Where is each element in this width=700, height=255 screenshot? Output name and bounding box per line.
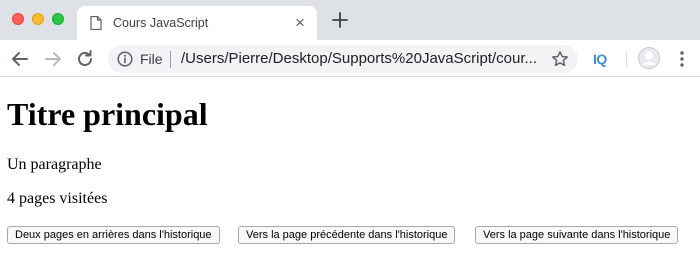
- address-bar[interactable]: File /Users/Pierre/Desktop/Supports%20Ja…: [108, 45, 578, 73]
- back-icon: [12, 52, 28, 66]
- paragraph: Un paragraphe: [7, 156, 102, 173]
- avatar[interactable]: [638, 47, 660, 69]
- back-button[interactable]: [9, 48, 31, 70]
- reload-icon: [78, 50, 92, 66]
- site-info-label[interactable]: File: [140, 51, 163, 67]
- next-page-button[interactable]: Vers la page suivante dans l'historique: [475, 226, 679, 244]
- tab-title: Cours JavaScript: [113, 16, 209, 30]
- tab-close-icon[interactable]: ×: [291, 14, 309, 32]
- omnibox-divider: [170, 51, 171, 68]
- page-title: Titre principal: [7, 96, 208, 132]
- tab-strip: Cours JavaScript ×: [0, 0, 700, 40]
- window-maximize-button[interactable]: [52, 13, 64, 25]
- url-text[interactable]: /Users/Pierre/Desktop/Supports%20JavaScr…: [181, 51, 536, 67]
- back-two-pages-button[interactable]: Deux pages en arrières dans l'historique: [7, 226, 220, 244]
- tab-active[interactable]: Cours JavaScript ×: [77, 6, 317, 40]
- star-icon[interactable]: [551, 50, 569, 68]
- window-close-button[interactable]: [12, 13, 24, 25]
- visit-count-text: 4 pages visitées: [7, 190, 108, 207]
- info-icon[interactable]: [117, 51, 133, 67]
- iq-extension-icon[interactable]: IQ: [593, 50, 607, 68]
- avatar-person-icon: [639, 48, 659, 68]
- previous-page-button[interactable]: Vers la page précédente dans l'historiqu…: [238, 226, 456, 244]
- toolbar-divider: [626, 51, 627, 67]
- toolbar: File /Users/Pierre/Desktop/Supports%20Ja…: [0, 40, 700, 77]
- forward-button[interactable]: [42, 48, 64, 70]
- reload-button[interactable]: [74, 48, 96, 70]
- window-minimize-button[interactable]: [32, 13, 44, 25]
- menu-icon[interactable]: [675, 50, 689, 68]
- forward-icon: [45, 52, 61, 66]
- page-content: Titre principal Un paragraphe 4 pages vi…: [0, 78, 700, 255]
- new-tab-icon[interactable]: [330, 10, 350, 30]
- file-icon: [90, 16, 102, 30]
